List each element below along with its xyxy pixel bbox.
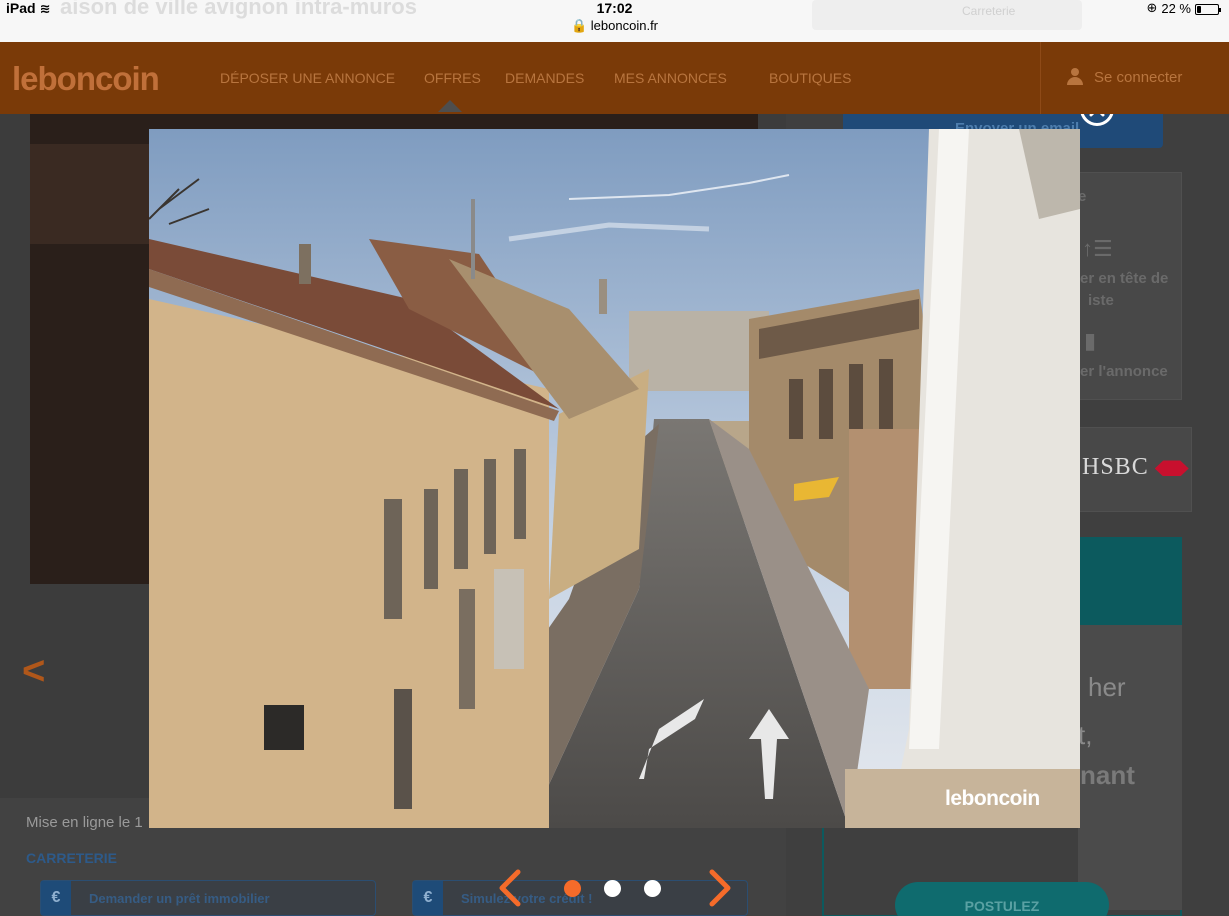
battery-percent: 22 % [1161,0,1191,16]
login-label: Se connecter [1094,68,1183,86]
euro-icon: € [41,881,71,915]
top-list-icon: ↑☰ [1082,236,1113,261]
top-up-link[interactable]: er en tête de [1080,270,1168,287]
ad-text-1: her [1088,672,1126,702]
nav-boutiques[interactable]: BOUTIQUES [769,70,851,86]
street-photo [149,129,1080,828]
battery-icon [1195,3,1221,15]
euro-icon: € [413,881,443,915]
chevron-right-icon [709,869,731,907]
hsbc-logo[interactable]: HSBC [1082,454,1189,481]
site-header: leboncoin DÉPOSER UNE ANNONCE OFFRES DEM… [0,42,1229,114]
battery-indicator: ⊕ 22 % [1146,0,1221,16]
lock-icon: 🔒 [570,18,588,33]
listing-location[interactable]: CARRETERIE [26,850,117,866]
postulez-button[interactable]: POSTULEZ [895,882,1109,916]
carousel-controls [490,866,740,910]
nav-offres[interactable]: OFFRES [424,70,481,112]
carousel-dot-1[interactable] [564,880,581,897]
chevron-left-icon [499,869,521,907]
carousel-prev-button[interactable] [490,866,534,910]
published-date: Mise en ligne le 1 [26,814,143,831]
lightbox-photo[interactable] [149,129,1080,828]
trash-icon: ▮ [1084,328,1097,353]
clock: 17:02 [596,0,633,16]
nav-deposer-annonce[interactable]: DÉPOSER UNE ANNONCE [220,70,395,86]
loan-request-button[interactable]: € Demander un prêt immobilier [40,880,376,916]
loan-request-label: Demander un prêt immobilier [89,890,270,906]
carousel-dot-3[interactable] [644,880,661,897]
nav-mes-annonces[interactable]: MES ANNONCES [614,70,727,86]
carousel-dot-2[interactable] [604,880,621,897]
hsbc-hexagon-icon [1154,460,1189,477]
listing-prev-arrow-icon[interactable]: < [22,649,45,694]
orientation-lock-icon: ⊕ [1146,0,1158,15]
address-bar-url[interactable]: 🔒 leboncoin.fr [0,18,1229,34]
ios-status-bar: aison de ville avignon intra-muros Carre… [0,0,1229,42]
top-up-link-line2: iste [1088,292,1114,309]
ad-text-3: nant [1080,760,1135,790]
delete-listing-link[interactable]: er l'annonce [1080,363,1168,380]
ad-banner [1078,537,1182,625]
ad-text-2: t, [1078,720,1093,750]
header-divider [1040,42,1041,114]
login-link[interactable]: Se connecter [1066,68,1182,86]
photo-watermark: leboncoin [945,787,1040,810]
user-icon [1066,68,1084,86]
site-logo[interactable]: leboncoin [12,60,160,98]
carousel-next-button[interactable] [696,866,740,910]
listing-photo-detail [30,144,150,244]
nav-demandes[interactable]: DEMANDES [505,70,584,86]
